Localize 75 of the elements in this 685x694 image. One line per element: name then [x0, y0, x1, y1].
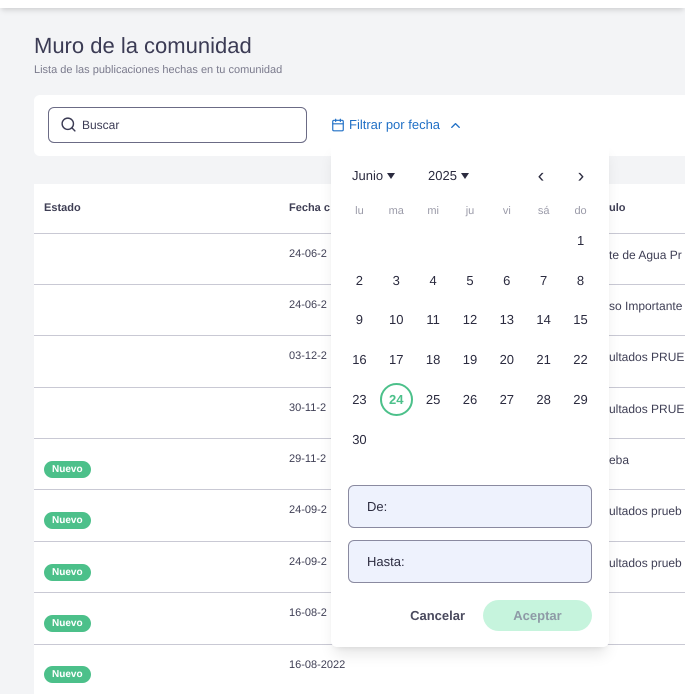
weekday-label: do	[574, 204, 587, 219]
table-cell: 16-08-2	[289, 607, 327, 620]
calendar-day[interactable]: 14	[527, 304, 560, 337]
table-cell: 30-11-2	[289, 402, 326, 414]
table-cell: 24-09-2	[289, 556, 327, 568]
status-badge: Nuevo	[44, 614, 91, 632]
calendar-day[interactable]: 28	[527, 383, 560, 416]
calendar-day[interactable]: 6	[490, 264, 524, 298]
status-badge: Nuevo	[44, 460, 91, 478]
calendar-day[interactable]: 4	[416, 264, 450, 298]
table-cell: ultados prueb	[609, 556, 682, 570]
calendar-day[interactable]: 18	[416, 343, 450, 376]
calendar-day[interactable]: 7	[527, 264, 560, 298]
page-subtitle: Lista de las publicaciones hechas en tu comunidad	[34, 63, 282, 78]
weekday-label: mi	[427, 204, 439, 219]
table-cell: 29-11-2	[289, 453, 326, 466]
table-cell: 24-06-2	[289, 248, 327, 260]
table-cell: 24-09-2	[289, 504, 327, 516]
calendar-day[interactable]: 27	[490, 383, 524, 416]
weekday-label: lu	[355, 204, 364, 219]
column-header: Fecha c	[289, 200, 330, 216]
weekday-label: ju	[466, 204, 474, 219]
calendar-day[interactable]: 2	[342, 264, 376, 298]
calendar-day[interactable]: 20	[490, 343, 524, 376]
table-cell: te de Agua Pr	[609, 248, 682, 262]
weekday-label: vi	[502, 204, 511, 219]
calendar-day[interactable]: 25	[416, 383, 450, 416]
table-cell: 16-08-2022	[289, 658, 346, 671]
calendar-day[interactable]: 5	[453, 264, 486, 298]
from-date-field[interactable]: De:	[348, 485, 592, 528]
table-cell: eba	[609, 453, 630, 468]
calendar-day[interactable]: 21	[527, 343, 560, 376]
column-header: Estado	[43, 200, 81, 216]
calendar-day[interactable]: 11	[416, 304, 450, 337]
calendar-day[interactable]: 1	[564, 224, 598, 258]
column-header: ulo	[609, 200, 626, 216]
to-date-field[interactable]: Hasta:	[348, 540, 592, 584]
calendar-day[interactable]: 9	[342, 304, 376, 337]
calendar-day[interactable]: 30	[342, 422, 376, 456]
weekday-label: sá	[538, 204, 550, 219]
search-field[interactable]: Buscar	[48, 107, 307, 143]
table-cell: ultados PRUE	[609, 350, 684, 364]
year-select[interactable]: 2025	[428, 166, 488, 186]
date-filter-button[interactable]: Filtrar por fecha	[331, 115, 464, 135]
status-badge: Nuevo	[44, 512, 91, 530]
calendar-day[interactable]: 12	[453, 304, 486, 337]
calendar-day[interactable]: 13	[490, 304, 524, 337]
calendar-day[interactable]: 15	[564, 304, 597, 337]
calendar-day[interactable]: 8	[564, 264, 597, 298]
month-select[interactable]: Junio	[352, 166, 412, 186]
status-badge: Nuevo	[44, 666, 91, 684]
status-badge: Nuevo	[44, 564, 91, 581]
calendar-day[interactable]: 10	[380, 304, 413, 337]
table-cell: 03-12-2	[289, 350, 327, 362]
table-cell: 24-06-2	[289, 298, 327, 311]
calendar-icon	[331, 118, 345, 132]
search-icon	[60, 116, 77, 133]
table-cell: so Importante	[609, 298, 682, 313]
table-cell: ultados PRUE	[609, 402, 684, 416]
calendar-day[interactable]: 16	[342, 343, 376, 376]
previous-month-button[interactable]: ‹	[529, 166, 553, 186]
cancel-button[interactable]: Cancelar	[404, 600, 471, 632]
calendar-day[interactable]: 26	[453, 383, 486, 416]
next-month-button[interactable]: ›	[569, 166, 593, 186]
calendar-day[interactable]: 22	[564, 343, 597, 376]
calendar-day[interactable]: 19	[453, 343, 486, 376]
caret-down-icon	[460, 173, 469, 179]
calendar-day[interactable]: 3	[380, 264, 413, 298]
calendar-day[interactable]: 23	[342, 383, 376, 416]
weekday-label: ma	[388, 204, 404, 219]
calendar-day[interactable]: 17	[380, 343, 413, 376]
page-title: Muro de la comunidad	[34, 32, 252, 60]
calendar-day[interactable]: 29	[564, 383, 597, 416]
table-cell: ultados prueb	[609, 504, 682, 518]
caret-down-icon	[387, 173, 396, 179]
